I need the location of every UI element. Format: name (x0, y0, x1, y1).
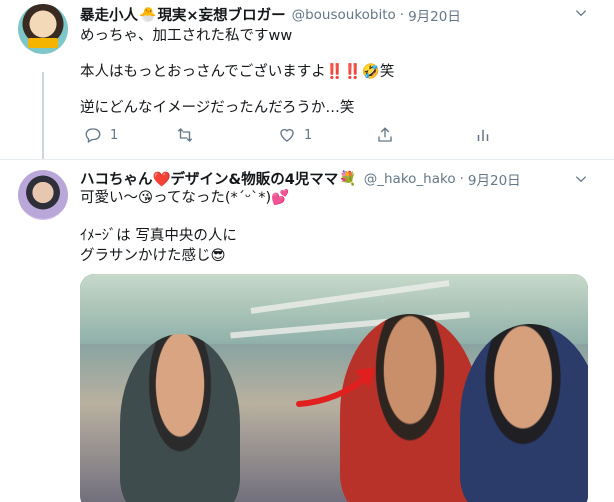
analytics-icon (477, 129, 489, 141)
photo-person-left (120, 334, 240, 502)
chevron-down-icon[interactable] (574, 6, 588, 20)
tweet-text-line: 可愛い〜😘ってなった(*´ᵕ`*)💕 (80, 190, 290, 206)
analytics-button[interactable] (474, 126, 492, 144)
user-handle[interactable]: @bousoukobito (292, 7, 396, 23)
share-button[interactable] (376, 126, 394, 144)
display-name[interactable]: 暴走小人 (80, 4, 138, 25)
reply-button[interactable]: 1 (84, 126, 118, 144)
like-icon (280, 128, 294, 142)
tweet-photo[interactable] (80, 274, 588, 502)
tweet-reply[interactable]: ハコちゃん❤️デザイン&物販の4児ママ 💐 @_hako_hako · 9月20… (0, 160, 614, 502)
bouquet-emoji-icon: 💐 (339, 170, 357, 187)
separator-dot: · (399, 6, 405, 23)
like-count: 1 (304, 127, 313, 143)
chick-emoji-icon: 🐣 (139, 6, 157, 23)
timestamp[interactable]: 9月20日 (408, 5, 461, 25)
share-icon (378, 127, 392, 142)
avatar[interactable] (18, 4, 68, 54)
display-name-suffix[interactable]: 現実×妄想ブロガー (157, 4, 285, 25)
tweet-text-line: 逆にどんなイメージだったんだろうか…笑 (80, 100, 355, 116)
avatar[interactable] (18, 170, 68, 220)
tweet-text-line: 本人はもっとおっさんでございますよ‼️‼️🤣笑 (80, 64, 395, 80)
chevron-down-icon[interactable] (574, 172, 588, 186)
separator-dot: · (459, 170, 464, 187)
avatar-badge (28, 38, 58, 48)
tweet-header: 暴走小人 🐣 現実×妄想ブロガー @bousoukobito · 9月20日 (80, 4, 461, 25)
tweet-header: ハコちゃん❤️デザイン&物販の4児ママ 💐 @_hako_hako · 9月20… (80, 168, 521, 189)
thread-connector (42, 72, 44, 160)
like-button[interactable]: 1 (278, 126, 312, 144)
user-handle[interactable]: @_hako_hako (364, 171, 456, 187)
retweet-button[interactable] (176, 126, 202, 144)
tweet-text-line: めっちゃ、加工された私ですww (80, 28, 293, 44)
reply-icon (85, 128, 101, 143)
timestamp[interactable]: 9月20日 (468, 169, 521, 189)
tweet-parent[interactable]: 暴走小人 🐣 現実×妄想ブロガー @bousoukobito · 9月20日 め… (0, 0, 614, 160)
tweet-actions: 1 1 (80, 126, 510, 148)
reply-count: 1 (110, 127, 119, 143)
retweet-icon (177, 128, 193, 142)
red-arrow-icon (296, 368, 375, 407)
tweet-text-line: ｲﾒｰｼﾞは 写真中央の人に (80, 228, 237, 244)
tweet-text-line: グラサンかけた感じ😎 (80, 248, 226, 264)
display-name[interactable]: ハコちゃん❤️デザイン&物販の4児ママ (80, 168, 338, 189)
photo-person-right (460, 324, 588, 502)
